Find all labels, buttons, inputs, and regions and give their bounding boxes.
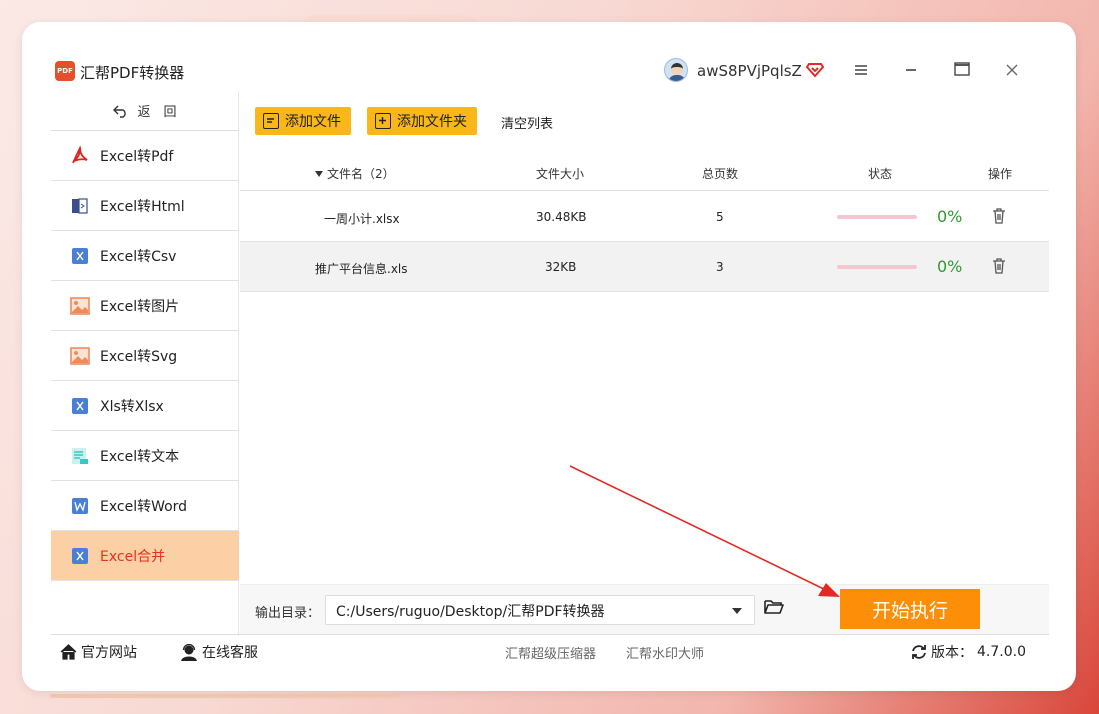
column-size-header: 文件大小	[536, 167, 585, 181]
app-title: 汇帮PDF转换器	[80, 64, 185, 82]
add-folder-icon	[375, 113, 391, 129]
output-dir-label: 输出目录：	[255, 606, 321, 621]
add-file-label: 添加文件	[285, 114, 341, 130]
sidebar-item-xls-to-xlsx[interactable]: Xls转Xlsx	[51, 381, 239, 431]
trash-icon[interactable]	[992, 258, 1006, 274]
sidebar-item-label: Xls转Xlsx	[100, 398, 164, 415]
column-status-header: 状态	[868, 167, 893, 181]
support-link[interactable]: 在线客服	[180, 642, 258, 662]
folder-open-icon[interactable]	[764, 599, 784, 615]
official-site-link[interactable]: 官方网站	[60, 642, 137, 662]
sidebar-item-label: Excel转Csv	[100, 248, 177, 265]
username[interactable]: awS8PVjPqlsZ	[697, 62, 802, 80]
sidebar-item-label: Excel转文本	[100, 448, 180, 465]
minimize-icon[interactable]	[899, 59, 923, 83]
clear-list-button[interactable]: 清空列表	[501, 113, 553, 132]
add-file-icon	[263, 113, 279, 129]
html-icon	[70, 196, 90, 216]
progress-percent: 0%	[937, 257, 963, 276]
sidebar-item-label: Excel合并	[100, 548, 166, 565]
sidebar-item-excel-to-image[interactable]: Excel转图片	[51, 281, 239, 331]
output-dir-select[interactable]: C:/Users/ruguo/Desktop/汇帮PDF转换器	[325, 595, 755, 625]
compressor-link[interactable]: 汇帮超级压缩器	[505, 643, 596, 662]
excel-x-icon	[70, 246, 90, 266]
output-dir-value: C:/Users/ruguo/Desktop/汇帮PDF转换器	[336, 604, 605, 620]
close-icon[interactable]	[1000, 59, 1024, 83]
column-name-header[interactable]: 文件名（2）	[315, 165, 395, 182]
home-icon	[60, 644, 77, 660]
sidebar-item-label: Excel转图片	[100, 298, 180, 315]
file-size: 32KB	[545, 260, 577, 274]
trash-icon[interactable]	[992, 208, 1006, 224]
sidebar-item-excel-to-word[interactable]: Excel转Word	[51, 481, 239, 531]
sort-down-icon	[315, 170, 323, 177]
app-logo-icon: PDF	[55, 61, 75, 81]
progress-bar	[837, 265, 917, 269]
refresh-icon[interactable]	[911, 644, 927, 660]
sidebar-item-excel-to-svg[interactable]: Excel转Svg	[51, 331, 239, 381]
background-line	[50, 694, 400, 698]
sidebar-item-label: Excel转Svg	[100, 348, 178, 365]
add-folder-label: 添加文件夹	[397, 114, 467, 130]
sidebar-item-label: Excel转Word	[100, 498, 188, 515]
sidebar: 返 回 Excel转Pdf Excel转Html Excel转Csv Excel…	[51, 91, 239, 634]
table-header: 文件名（2） 文件大小 总页数 状态 操作	[240, 153, 1049, 191]
back-button[interactable]: 返 回	[51, 91, 239, 131]
add-file-button[interactable]: 添加文件	[255, 107, 351, 135]
sidebar-item-excel-merge[interactable]: Excel合并	[51, 531, 239, 581]
sidebar-item-excel-to-csv[interactable]: Excel转Csv	[51, 231, 239, 281]
file-name: 推广平台信息.xls	[315, 262, 408, 276]
menu-icon[interactable]	[849, 59, 873, 83]
sidebar-item-excel-to-pdf[interactable]: Excel转Pdf	[51, 131, 239, 181]
image-icon	[70, 296, 90, 316]
progress-bar	[837, 215, 917, 219]
maximize-icon[interactable]	[950, 59, 974, 83]
sidebar-item-label: Excel转Html	[100, 198, 185, 215]
word-icon	[70, 496, 90, 516]
page-count: 5	[716, 210, 724, 224]
sidebar-item-label: Excel转Pdf	[100, 148, 174, 165]
excel-x-icon	[70, 546, 90, 566]
back-arrow-icon	[113, 105, 127, 118]
page-count: 3	[716, 260, 724, 274]
sidebar-item-excel-to-html[interactable]: Excel转Html	[51, 181, 239, 231]
pdf-icon	[70, 145, 90, 166]
file-size: 30.48KB	[536, 210, 587, 224]
title-bar: PDF 汇帮PDF转换器 awS8PVjPqlsZ	[51, 51, 1049, 91]
main-panel: 添加文件 添加文件夹 清空列表 文件名（2） 文件大小 总页数 状态 操作 一周…	[240, 91, 1049, 634]
app-window: PDF 汇帮PDF转换器 awS8PVjPqlsZ 返 回 Excel转Pdf …	[51, 51, 1049, 665]
table-row[interactable]: 推广平台信息.xls 32KB 3 0%	[240, 242, 1049, 292]
progress-percent: 0%	[937, 207, 963, 226]
vip-diamond-icon[interactable]	[806, 60, 824, 78]
status-bar: 官方网站 在线客服 汇帮超级压缩器 汇帮水印大师 版本： 4.7.0.0	[51, 634, 1049, 665]
sidebar-item-excel-to-text[interactable]: Excel转文本	[51, 431, 239, 481]
avatar[interactable]	[664, 58, 688, 82]
back-label: 返 回	[137, 105, 177, 120]
file-name: 一周小计.xlsx	[324, 212, 400, 226]
customer-service-icon	[181, 643, 197, 661]
watermark-link[interactable]: 汇帮水印大师	[626, 643, 704, 662]
chevron-down-icon	[732, 608, 742, 614]
image-icon	[70, 346, 90, 366]
table-row[interactable]: 一周小计.xlsx 30.48KB 5 0%	[240, 192, 1049, 242]
column-pages-header: 总页数	[702, 167, 739, 181]
output-bar: 输出目录： C:/Users/ruguo/Desktop/汇帮PDF转换器 开始…	[240, 584, 1049, 634]
add-folder-button[interactable]: 添加文件夹	[367, 107, 477, 135]
text-doc-icon	[70, 446, 90, 466]
excel-x-icon	[70, 396, 90, 416]
column-action-header: 操作	[988, 167, 1013, 181]
start-button[interactable]: 开始执行	[840, 589, 980, 629]
version-info: 版本： 4.7.0.0	[911, 642, 1026, 662]
